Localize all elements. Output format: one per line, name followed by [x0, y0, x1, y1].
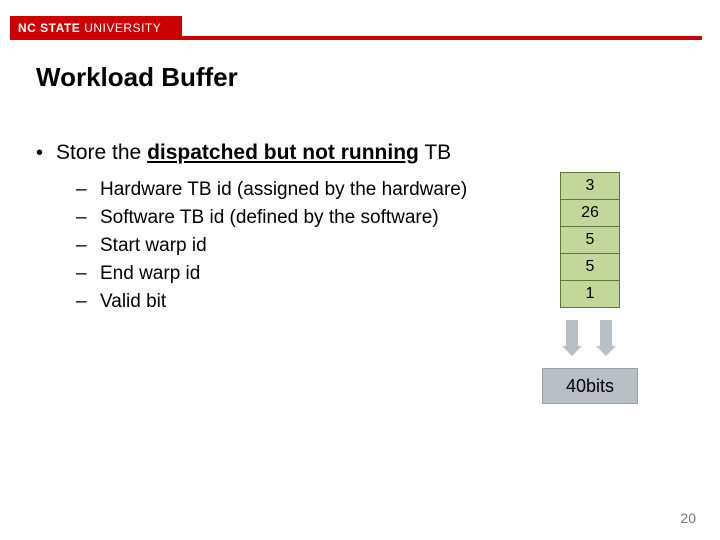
list-item: – Software TB id (defined by the softwar…	[36, 204, 556, 232]
sub-bullet-text: Valid bit	[100, 288, 166, 316]
brand-badge: NC STATE UNIVERSITY	[10, 16, 182, 40]
total-bits-box: 40bits	[542, 368, 638, 404]
dash-marker: –	[76, 176, 100, 204]
slide-title: Workload Buffer	[36, 62, 238, 93]
sub-bullet-text: Hardware TB id (assigned by the hardware…	[100, 176, 467, 204]
main-bullet-text: Store the dispatched but not running TB	[56, 140, 451, 166]
bit-cell: 5	[561, 227, 620, 254]
bit-cell: 3	[561, 173, 620, 200]
dash-marker: –	[76, 288, 100, 316]
bullet-emphasis: dispatched but not running	[147, 141, 419, 164]
sub-bullet-list: – Hardware TB id (assigned by the hardwa…	[36, 176, 556, 316]
page-number: 20	[680, 510, 696, 526]
main-bullet: • Store the dispatched but not running T…	[36, 140, 556, 166]
list-item: – Start warp id	[36, 232, 556, 260]
down-arrow-icon	[600, 320, 612, 348]
dash-marker: –	[76, 232, 100, 260]
bit-cell: 26	[561, 200, 620, 227]
bullet-suffix: TB	[419, 141, 451, 164]
brand-bold: NC STATE	[18, 21, 80, 35]
content-area: • Store the dispatched but not running T…	[36, 140, 556, 316]
sub-bullet-text: End warp id	[100, 260, 200, 288]
dash-marker: –	[76, 204, 100, 232]
bit-width-table: 3 26 5 5 1	[560, 172, 620, 308]
slide: NC STATE UNIVERSITY Workload Buffer • St…	[0, 0, 720, 540]
header: NC STATE UNIVERSITY	[0, 22, 720, 56]
dash-marker: –	[76, 260, 100, 288]
list-item: – Hardware TB id (assigned by the hardwa…	[36, 176, 556, 204]
bullet-marker: •	[36, 140, 56, 166]
bit-cell: 1	[561, 281, 620, 308]
header-divider	[182, 36, 702, 40]
list-item: – End warp id	[36, 260, 556, 288]
arrow-group	[560, 320, 620, 350]
list-item: – Valid bit	[36, 288, 556, 316]
down-arrow-icon	[566, 320, 578, 348]
brand-light: UNIVERSITY	[84, 21, 161, 35]
sub-bullet-text: Start warp id	[100, 232, 207, 260]
bullet-prefix: Store the	[56, 141, 147, 164]
sub-bullet-text: Software TB id (defined by the software)	[100, 204, 439, 232]
bit-cell: 5	[561, 254, 620, 281]
